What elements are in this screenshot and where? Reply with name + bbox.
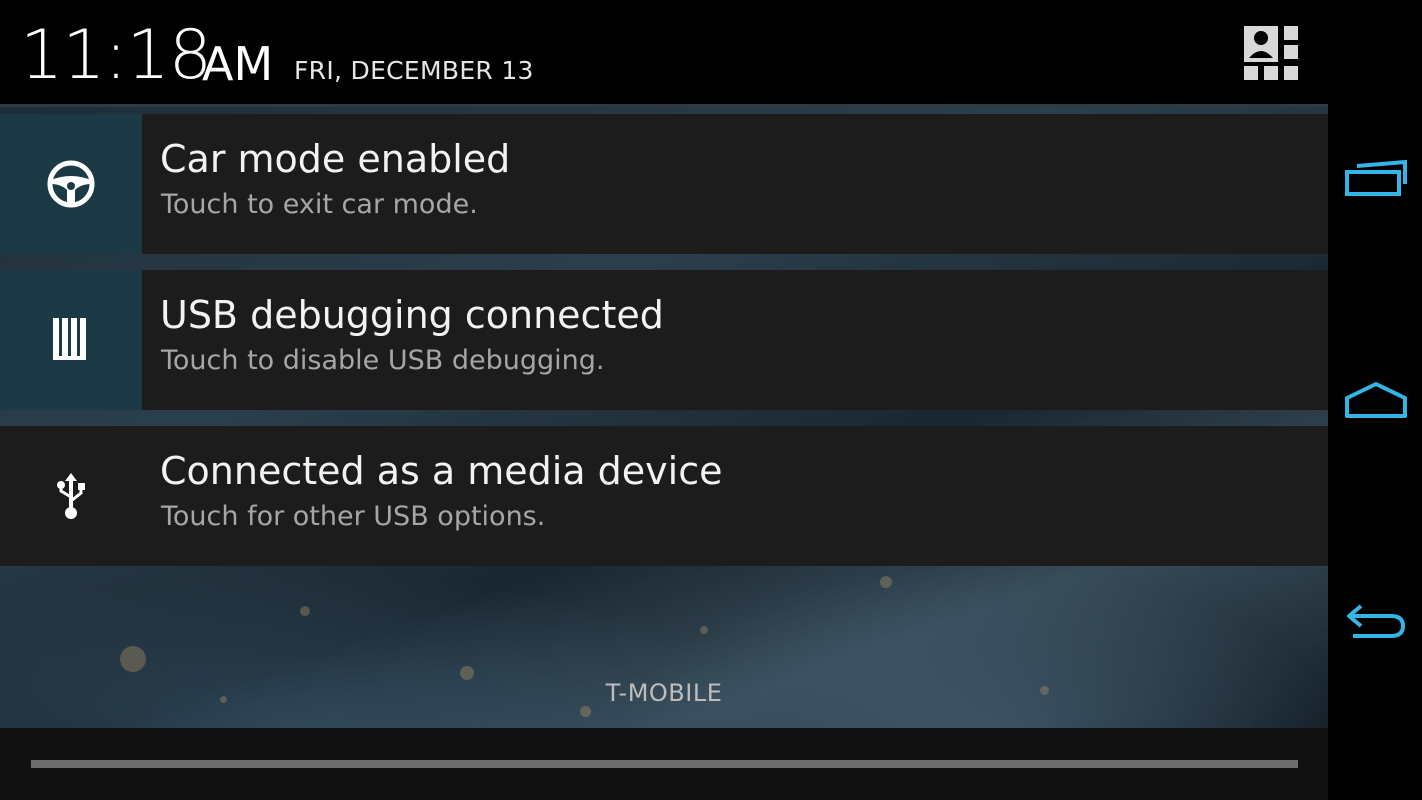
notification-icon-box: [0, 270, 142, 410]
status-header: 11:18 AM FRI, DECEMBER 13: [0, 0, 1328, 107]
clock-time: 11:18: [20, 16, 212, 95]
home-icon: [1345, 382, 1407, 418]
notification-usb-debugging[interactable]: USB debugging connected Touch to disable…: [0, 270, 1328, 410]
recent-apps-button[interactable]: [1340, 148, 1412, 208]
notification-subtitle: Touch to disable USB debugging.: [161, 345, 605, 376]
notification-icon-box: [0, 426, 142, 566]
notification-icon-box: [0, 114, 142, 254]
recent-apps-icon: [1345, 159, 1407, 196]
clock-ampm: AM: [202, 37, 274, 91]
home-button[interactable]: [1340, 368, 1412, 428]
notification-media-device[interactable]: Connected as a media device Touch for ot…: [0, 426, 1328, 566]
header-divider: [0, 104, 1328, 107]
carrier-label: T-MOBILE: [605, 679, 723, 707]
notification-title: Connected as a media device: [160, 449, 723, 493]
quick-settings-icon: [1244, 26, 1298, 80]
notification-car-mode[interactable]: Car mode enabled Touch to exit car mode.: [0, 114, 1328, 254]
navigation-bar: [1328, 0, 1422, 800]
notification-subtitle: Touch to exit car mode.: [161, 189, 478, 220]
notification-title: Car mode enabled: [160, 137, 511, 181]
steering-wheel-icon: [47, 160, 95, 208]
back-button[interactable]: [1340, 590, 1412, 650]
notification-subtitle: Touch for other USB options.: [161, 501, 546, 532]
back-icon: [1347, 604, 1406, 638]
shade-bottom-bar: [0, 728, 1328, 800]
quick-settings-button[interactable]: [1236, 20, 1308, 88]
notification-shade-screen: 11:18 AM FRI, DECEMBER 13 Car mode enabl…: [0, 0, 1422, 800]
notification-title: USB debugging connected: [160, 293, 664, 337]
usb-icon: [57, 473, 85, 519]
usb-debugging-icon: [53, 318, 86, 360]
shade-drag-handle[interactable]: [31, 760, 1298, 768]
date-label: FRI, DECEMBER 13: [294, 56, 534, 85]
